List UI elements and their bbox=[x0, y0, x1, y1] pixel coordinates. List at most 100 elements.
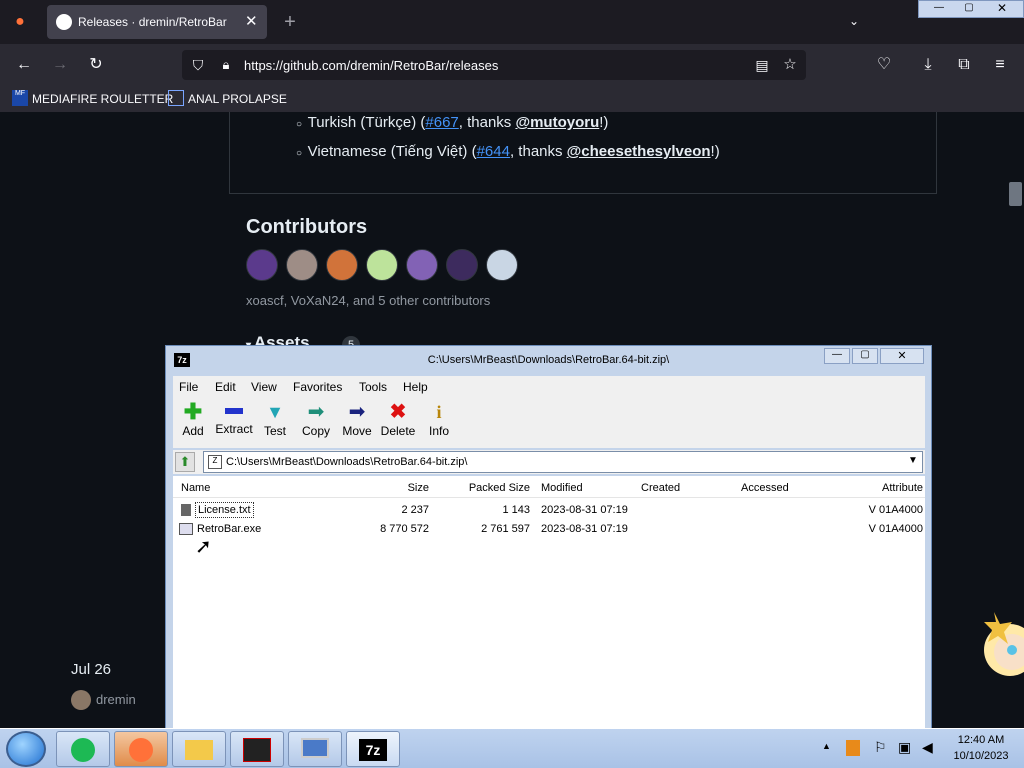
close-icon[interactable]: ✕ bbox=[880, 348, 924, 364]
author-link[interactable]: dremin bbox=[96, 692, 136, 707]
taskbar-spotify[interactable] bbox=[56, 731, 110, 767]
back-icon[interactable]: ← bbox=[12, 53, 36, 77]
up-folder-icon[interactable]: ⬆ bbox=[175, 452, 195, 472]
menu-favorites[interactable]: Favorites bbox=[293, 380, 342, 394]
7zip-window: 7z C:\Users\MrBeast\Downloads\RetroBar.6… bbox=[165, 345, 932, 735]
show-hidden-icons[interactable]: ▲ bbox=[822, 741, 831, 751]
file-size: 2 237 bbox=[401, 504, 429, 516]
taskbar-7zip[interactable]: 7z bbox=[346, 731, 400, 767]
taskbar-explorer[interactable] bbox=[172, 731, 226, 767]
move-button[interactable]: ➡ Move bbox=[337, 400, 377, 448]
menu-bar: File Edit View Favorites Tools Help bbox=[173, 376, 925, 398]
path-text: C:\Users\MrBeast\Downloads\RetroBar.64-b… bbox=[226, 456, 468, 468]
star-icon[interactable]: ☆ bbox=[778, 53, 802, 77]
column-size[interactable]: Size bbox=[333, 482, 429, 494]
url-text[interactable]: https://github.com/dremin/RetroBar/relea… bbox=[244, 58, 498, 73]
volume-icon[interactable]: ◀ bbox=[922, 739, 933, 756]
menu-help[interactable]: Help bbox=[403, 380, 428, 394]
network-icon[interactable]: ▣ bbox=[898, 739, 911, 756]
taskbar-firefox[interactable] bbox=[114, 731, 168, 767]
url-bar[interactable]: ⛉ 🔒︎ https://github.com/dremin/RetroBar/… bbox=[182, 50, 806, 80]
folder-icon bbox=[185, 740, 213, 760]
column-modified[interactable]: Modified bbox=[541, 482, 583, 494]
tab-bar: ● Releases · dremin/RetroBar ✕ + ⌄ — ▢ ✕ bbox=[0, 0, 1024, 44]
minimize-icon[interactable]: — bbox=[824, 348, 850, 364]
add-button[interactable]: ✚ Add bbox=[173, 400, 213, 448]
pr-link[interactable]: #644 bbox=[477, 143, 510, 160]
chevron-down-icon[interactable]: ▼ bbox=[908, 455, 918, 466]
avatar[interactable] bbox=[406, 249, 438, 281]
table-row[interactable]: License.txt 2 237 1 143 2023-08-31 07:19… bbox=[173, 502, 925, 521]
new-tab-icon[interactable]: + bbox=[278, 10, 302, 34]
user-link[interactable]: @mutoyoru bbox=[515, 114, 599, 131]
avatar[interactable] bbox=[326, 249, 358, 281]
scrollbar-thumb[interactable] bbox=[1009, 182, 1022, 206]
reader-view-icon[interactable]: ▤ bbox=[750, 53, 774, 77]
avatar[interactable] bbox=[286, 249, 318, 281]
button-label: Info bbox=[428, 424, 449, 438]
avatar[interactable] bbox=[71, 690, 91, 710]
avatar[interactable] bbox=[366, 249, 398, 281]
shield-icon[interactable]: ⛉ bbox=[186, 53, 210, 77]
browser-tab[interactable]: Releases · dremin/RetroBar ✕ bbox=[47, 5, 267, 39]
close-icon[interactable]: ✕ bbox=[985, 1, 1019, 16]
pr-link[interactable]: #667 bbox=[425, 114, 458, 131]
lock-icon[interactable]: 🔒︎ bbox=[214, 53, 238, 77]
tab-title: Releases · dremin/RetroBar bbox=[78, 15, 227, 29]
menu-edit[interactable]: Edit bbox=[215, 380, 236, 394]
maximize-icon[interactable]: ▢ bbox=[852, 348, 878, 364]
avatar[interactable] bbox=[486, 249, 518, 281]
button-label: Extract bbox=[215, 422, 253, 436]
bookmark-second[interactable]: ANAL PROLAPSE bbox=[188, 92, 287, 106]
minimize-icon[interactable]: — bbox=[925, 2, 953, 16]
path-input[interactable]: Z C:\Users\MrBeast\Downloads\RetroBar.64… bbox=[203, 451, 923, 473]
file-packed-size: 2 761 597 bbox=[481, 523, 530, 535]
reload-icon[interactable]: ↻ bbox=[84, 53, 108, 77]
column-name[interactable]: Name bbox=[181, 482, 210, 494]
file-modified: 2023-08-31 07:19 bbox=[541, 504, 628, 516]
item-text: , thanks bbox=[458, 114, 516, 131]
clock-time[interactable]: 12:40 AM bbox=[944, 734, 1018, 746]
close-tab-icon[interactable]: ✕ bbox=[245, 12, 258, 30]
copy-button[interactable]: ➡ Copy bbox=[296, 400, 336, 448]
list-tabs-icon[interactable]: ⌄ bbox=[842, 9, 866, 33]
test-button[interactable]: ▼ Test bbox=[255, 400, 295, 448]
info-button[interactable]: i Info bbox=[419, 400, 459, 448]
translation-item: ○ Turkish (Türkçe) (#667, thanks @mutoyo… bbox=[296, 114, 609, 131]
maximize-icon[interactable]: ▢ bbox=[955, 2, 983, 16]
taskbar-app[interactable] bbox=[230, 731, 284, 767]
button-label: Copy bbox=[301, 424, 330, 438]
column-created[interactable]: Created bbox=[641, 482, 680, 494]
column-attribute[interactable]: Attribute bbox=[849, 482, 923, 494]
file-packed-size: 1 143 bbox=[502, 504, 530, 516]
delete-button[interactable]: ✖ Delete bbox=[378, 400, 418, 448]
taskbar-computer[interactable] bbox=[288, 731, 342, 767]
extensions-icon[interactable]: ⧉ bbox=[952, 53, 976, 77]
7zip-icon: 7z bbox=[359, 739, 387, 761]
menu-tools[interactable]: Tools bbox=[359, 380, 387, 394]
file-name[interactable]: License.txt bbox=[195, 502, 254, 518]
forward-icon[interactable]: → bbox=[48, 53, 72, 77]
archive-icon: Z bbox=[208, 455, 222, 469]
tray-app-icon[interactable] bbox=[846, 740, 860, 756]
button-label: Move bbox=[342, 424, 372, 438]
downloads-icon[interactable]: ⤓ bbox=[916, 53, 940, 77]
menu-view[interactable]: View bbox=[251, 380, 277, 394]
menu-icon[interactable]: ≡ bbox=[988, 53, 1012, 77]
contributors-text: xoascf, VoXaN24, and 5 other contributor… bbox=[246, 293, 491, 308]
table-row[interactable]: RetroBar.exe 8 770 572 2 761 597 2023-08… bbox=[173, 521, 925, 540]
avatar[interactable] bbox=[246, 249, 278, 281]
user-link[interactable]: @cheesethesylveon bbox=[567, 143, 711, 160]
column-packed-size[interactable]: Packed Size bbox=[435, 482, 530, 494]
button-label: Test bbox=[263, 424, 286, 438]
start-button[interactable] bbox=[6, 731, 46, 767]
menu-file[interactable]: File bbox=[179, 380, 198, 394]
bookmark-mediafire[interactable]: MEDIAFIRE ROULETTER bbox=[32, 92, 173, 106]
firefox-icon[interactable]: ● bbox=[8, 10, 32, 34]
pocket-icon[interactable]: ♡ bbox=[872, 53, 896, 77]
extract-button[interactable]: Extract bbox=[214, 400, 254, 448]
clock-date[interactable]: 10/10/2023 bbox=[944, 750, 1018, 762]
avatar[interactable] bbox=[446, 249, 478, 281]
column-accessed[interactable]: Accessed bbox=[741, 482, 789, 494]
flag-icon[interactable]: ⚐ bbox=[874, 739, 887, 756]
